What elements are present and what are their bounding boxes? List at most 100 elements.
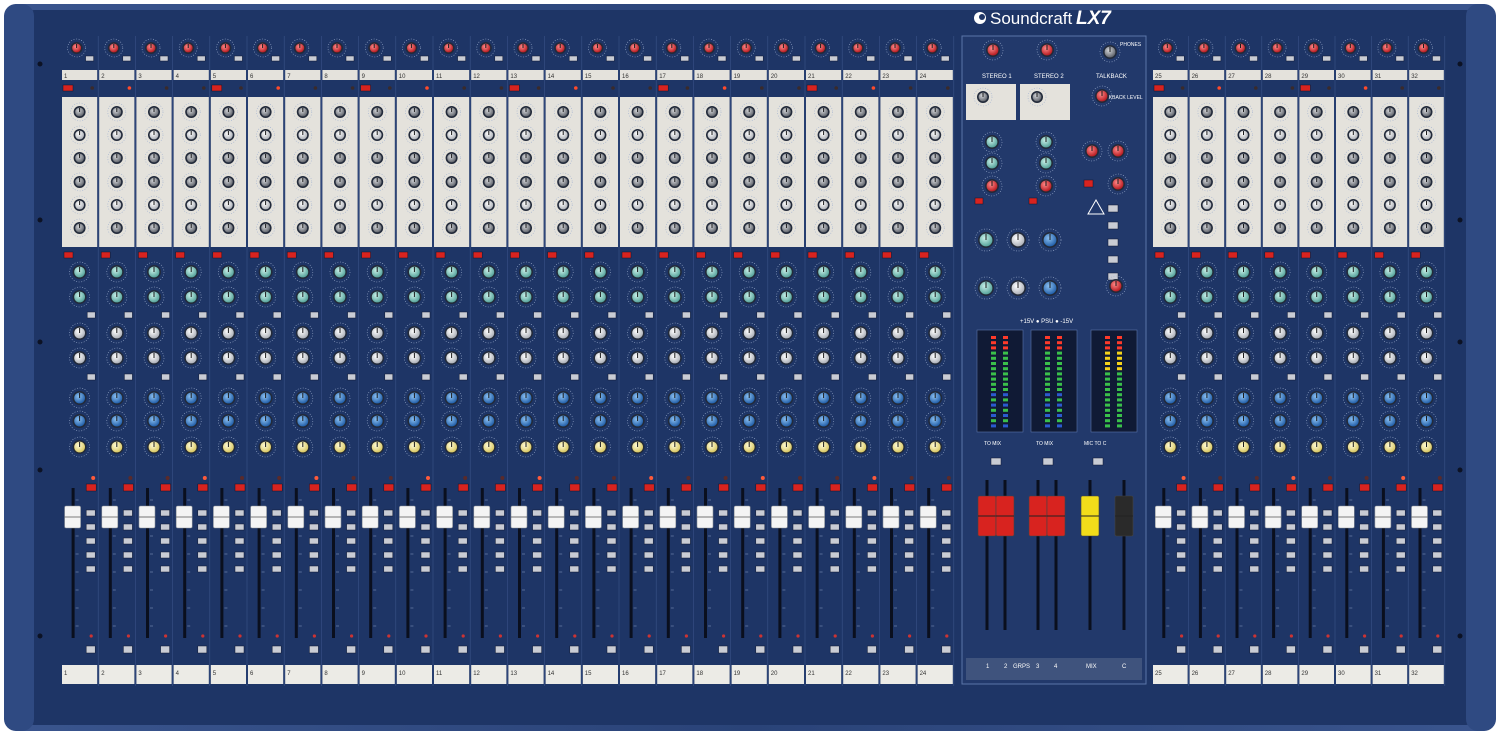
mute-button[interactable] — [606, 483, 618, 492]
eq-lo-mid-knob[interactable] — [218, 347, 239, 369]
routing-button[interactable] — [160, 509, 170, 517]
eq-in-button[interactable] — [1154, 251, 1165, 259]
monitor-level-knob[interactable] — [1105, 275, 1127, 297]
pfl-button[interactable] — [1322, 645, 1333, 654]
mute-button[interactable] — [457, 483, 469, 492]
eq-in-button[interactable] — [175, 251, 185, 259]
routing-button[interactable] — [792, 523, 803, 531]
phantom-button[interactable] — [903, 55, 913, 62]
eq-in-button[interactable] — [733, 251, 743, 259]
routing-button[interactable] — [681, 551, 691, 559]
routing-button[interactable] — [457, 537, 468, 545]
eq-low-button[interactable] — [905, 373, 914, 381]
routing-button[interactable] — [1176, 523, 1186, 531]
routing-button[interactable] — [495, 551, 505, 559]
eq-low-button[interactable] — [756, 373, 766, 381]
routing-button[interactable] — [1322, 509, 1333, 517]
routing-button[interactable] — [309, 523, 319, 531]
routing-button[interactable] — [1249, 509, 1260, 517]
eq-lf-knob[interactable] — [69, 387, 90, 409]
eq-low-button[interactable] — [1323, 373, 1333, 381]
routing-button[interactable] — [643, 537, 654, 545]
routing-button[interactable] — [234, 537, 245, 545]
eq-hi-mid-knob[interactable] — [552, 286, 574, 308]
pfl-button[interactable] — [1359, 645, 1369, 654]
routing-button[interactable] — [420, 509, 431, 517]
eq-hi-mid-knob[interactable] — [515, 286, 537, 308]
talkback-mic-input[interactable] — [1099, 41, 1121, 63]
eq-button[interactable] — [1177, 311, 1186, 319]
mute-button[interactable] — [1395, 483, 1407, 492]
routing-button[interactable] — [383, 537, 394, 545]
eq-hf-knob[interactable] — [664, 261, 686, 283]
phantom-button[interactable] — [1249, 55, 1258, 62]
routing-button[interactable] — [1322, 551, 1333, 559]
routing-button[interactable] — [1176, 537, 1186, 545]
routing-button[interactable] — [532, 523, 542, 531]
eq-hf-knob[interactable] — [1379, 261, 1401, 283]
routing-button[interactable] — [346, 551, 356, 559]
routing-button[interactable] — [1286, 537, 1296, 545]
eq-button[interactable] — [1323, 311, 1333, 319]
pfl-button[interactable] — [829, 645, 840, 654]
eq-low-button[interactable] — [235, 373, 245, 381]
pan-knob[interactable] — [1416, 436, 1437, 458]
eq-lo-mid-knob[interactable] — [1196, 347, 1218, 369]
phantom-button[interactable] — [1176, 55, 1185, 62]
pfl-button[interactable] — [681, 645, 691, 654]
routing-button[interactable] — [681, 537, 691, 545]
insert-button[interactable] — [509, 84, 520, 92]
pan-knob[interactable] — [404, 436, 425, 458]
pan-knob[interactable] — [106, 436, 128, 458]
routing-button[interactable] — [1432, 551, 1443, 559]
pfl-button[interactable] — [495, 645, 505, 654]
eq-lf-knob[interactable] — [1196, 387, 1218, 409]
eq-hi-mid-knob[interactable] — [1233, 286, 1254, 308]
eq-low-button[interactable] — [1177, 373, 1186, 381]
eq-lf-knob[interactable] — [738, 387, 760, 409]
routing-button[interactable] — [234, 551, 245, 559]
routing-button[interactable] — [606, 509, 617, 517]
eq-lf-freq-knob[interactable] — [552, 410, 574, 432]
eq-hf-knob[interactable] — [1269, 261, 1291, 283]
eq-lf-freq-knob[interactable] — [1379, 410, 1401, 432]
eq-button[interactable] — [1213, 311, 1223, 319]
eq-lf-freq-knob[interactable] — [143, 410, 165, 432]
eq-in-button[interactable] — [510, 251, 520, 259]
eq-hi-mid-knob[interactable] — [701, 286, 723, 308]
eq-hf-knob[interactable] — [738, 261, 760, 283]
eq-hf-knob[interactable] — [218, 261, 239, 283]
eq-freq-knob[interactable] — [1233, 322, 1254, 344]
phantom-button[interactable] — [866, 55, 876, 62]
eq-button[interactable] — [421, 311, 431, 319]
pfl-button[interactable] — [160, 645, 170, 654]
pfl-button[interactable] — [457, 645, 468, 654]
routing-button[interactable] — [718, 523, 728, 531]
eq-low-button[interactable] — [1213, 373, 1223, 381]
eq-lf-freq-knob[interactable] — [292, 410, 314, 432]
mute-button[interactable] — [495, 483, 506, 492]
eq-button[interactable] — [347, 311, 356, 319]
phantom-button[interactable] — [234, 55, 243, 62]
routing-button[interactable] — [829, 537, 840, 545]
routing-button[interactable] — [271, 537, 282, 545]
eq-lf-freq-knob[interactable] — [1233, 410, 1254, 432]
eq-lf-knob[interactable] — [664, 387, 686, 409]
eq-hf-knob[interactable] — [180, 261, 202, 283]
eq-lf-freq-knob[interactable] — [1416, 410, 1437, 432]
eq-lf-freq-knob[interactable] — [1343, 410, 1364, 432]
routing-button[interactable] — [532, 509, 542, 517]
pfl-button[interactable] — [532, 645, 542, 654]
mute-button[interactable] — [1432, 483, 1444, 492]
eq-button[interactable] — [533, 311, 542, 319]
routing-button[interactable] — [420, 551, 431, 559]
eq-lf-freq-knob[interactable] — [701, 410, 723, 432]
eq-lf-knob[interactable] — [1343, 387, 1364, 409]
eq-hf-knob[interactable] — [69, 261, 90, 283]
mute-button[interactable] — [643, 483, 655, 492]
routing-button[interactable] — [1212, 509, 1223, 517]
eq-low-button[interactable] — [719, 373, 728, 381]
eq-button[interactable] — [496, 311, 505, 319]
stereo-route-button[interactable] — [974, 197, 984, 205]
eq-freq-knob[interactable] — [255, 322, 276, 344]
